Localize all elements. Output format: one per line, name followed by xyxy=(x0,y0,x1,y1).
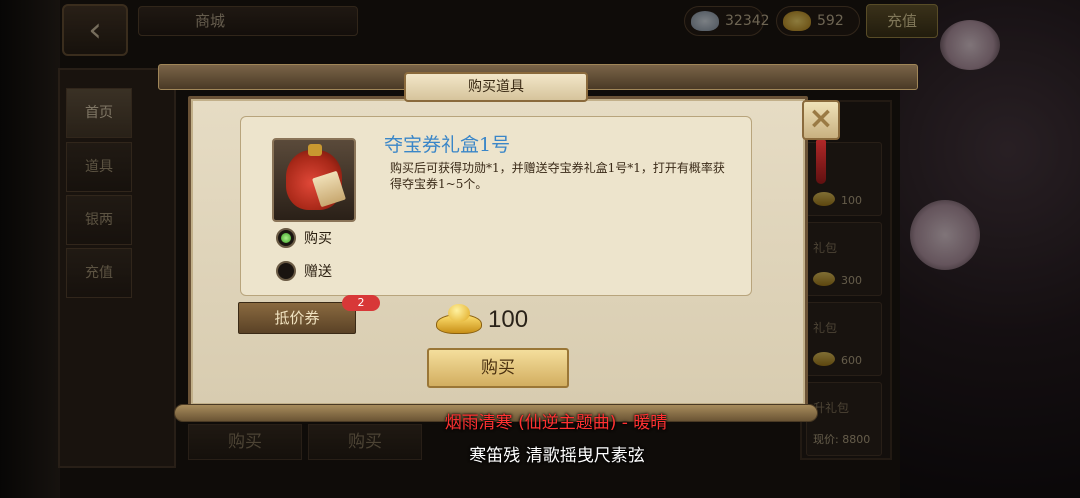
item-description: 购买后可获得功勋*1，并赠送夺宝券礼盒1号*1，打开有概率获得夺宝券1~5个。 xyxy=(390,161,725,191)
voucher-count-badge: 2 xyxy=(342,295,380,311)
buy-button[interactable]: 购买 xyxy=(427,348,569,388)
option-buy-label: 购买 xyxy=(304,231,332,247)
item-name: 夺宝券礼盒1号 xyxy=(384,134,511,156)
ingot-top xyxy=(448,304,470,322)
option-gift-label: 赠送 xyxy=(304,264,332,280)
voucher-button[interactable]: 抵价券 xyxy=(238,302,356,334)
close-button[interactable]: × xyxy=(802,100,840,140)
treasure-bag-icon xyxy=(272,138,356,222)
close-icon: × xyxy=(808,101,834,136)
radio-selected-icon[interactable] xyxy=(276,228,296,248)
tassel-decoration xyxy=(816,140,826,184)
price-value: 100 xyxy=(488,306,529,333)
gold-ingot-icon xyxy=(436,304,482,336)
lyric-song-title: 烟雨清寒 (仙逆主题曲) - 暖晴 xyxy=(444,413,668,433)
radio-unselected-icon[interactable] xyxy=(276,261,296,281)
option-buy[interactable]: 购买 xyxy=(276,226,332,250)
dialog-title: 购买道具 xyxy=(404,72,588,102)
lyric-line: 寒笛残 清歌摇曳尺素弦 xyxy=(469,446,645,466)
option-gift[interactable]: 赠送 xyxy=(276,259,332,283)
